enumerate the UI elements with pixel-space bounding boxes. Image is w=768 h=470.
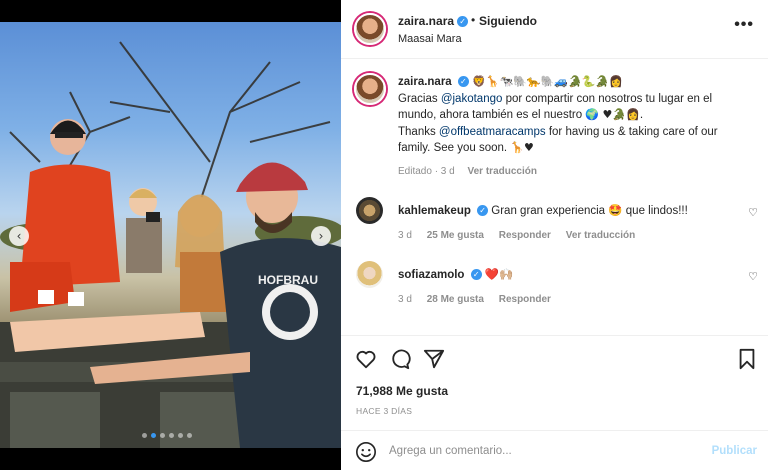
commenter-verified-badge-icon: ✓ bbox=[477, 205, 489, 217]
caption-emojis: 🦁🦒🐄🐘🐆🐘🚙🐊🐍🐊👩 bbox=[472, 75, 623, 88]
carousel-dots bbox=[142, 433, 192, 438]
comment-reply-button[interactable]: Responder bbox=[499, 230, 551, 241]
save-bookmark-icon[interactable] bbox=[736, 348, 758, 370]
share-paper-plane-icon[interactable] bbox=[423, 348, 445, 370]
following-button[interactable]: Siguiendo bbox=[479, 14, 537, 28]
post-media: HOFBRAU ‹ › bbox=[0, 0, 341, 470]
carousel-dot[interactable] bbox=[178, 433, 183, 438]
publish-button[interactable]: Publicar bbox=[712, 445, 757, 457]
carousel-dot[interactable] bbox=[160, 433, 165, 438]
comment-like-heart-icon[interactable]: ♡ bbox=[748, 270, 758, 283]
header-separator: • bbox=[471, 13, 476, 27]
author-username[interactable]: zaira.nara ✓ bbox=[398, 14, 469, 28]
comment-age: 3 d bbox=[398, 294, 412, 305]
post-photo[interactable]: HOFBRAU bbox=[0, 22, 341, 448]
commenter-username[interactable]: kahlemakeup bbox=[398, 205, 471, 217]
caption-line1-emojis: 🌍 ♥🐊👩. bbox=[585, 108, 644, 121]
carousel-dot[interactable] bbox=[142, 433, 147, 438]
caption-see-translation-link[interactable]: Ver traducción bbox=[468, 166, 537, 177]
post-actions: 71,988 Me gusta HACE 3 DÍAS bbox=[341, 335, 768, 430]
chevron-left-icon: ‹ bbox=[16, 229, 22, 243]
caption-line2-emojis: 🦒♥ bbox=[510, 141, 534, 154]
post-header: zaira.nara ✓ • Siguiendo Maasai Mara ••• bbox=[341, 0, 768, 59]
comment-meta: 3 d 25 Me gusta Responder Ver traducción bbox=[398, 230, 647, 241]
caption-meta: Editado · 3 d Ver traducción bbox=[398, 166, 537, 177]
caption-username[interactable]: zaira.nara bbox=[398, 76, 452, 88]
post-caption: zaira.nara ✓ 🦁🦒🐄🐘🐆🐘🚙🐊🐍🐊👩 Gracias @jakota… bbox=[398, 74, 753, 157]
author-username-text[interactable]: zaira.nara bbox=[398, 14, 454, 28]
shirt-print: HOFBRAU bbox=[258, 273, 318, 287]
caption-line1-pre: Gracias bbox=[398, 92, 441, 105]
comment-likes[interactable]: 28 Me gusta bbox=[427, 294, 484, 305]
comment-meta: 3 d 28 Me gusta Responder bbox=[398, 294, 563, 305]
comment-body: sofiazamolo ✓ ❤️🙌🏼 bbox=[398, 267, 728, 281]
comment-text: Gran gran experiencia 🤩 que lindos!!! bbox=[491, 205, 688, 217]
carousel-dot[interactable] bbox=[151, 433, 156, 438]
comment-bubble-icon[interactable] bbox=[389, 348, 411, 370]
more-options-icon[interactable]: ••• bbox=[734, 16, 754, 34]
media-letterbox-top bbox=[0, 0, 341, 22]
post-location[interactable]: Maasai Mara bbox=[398, 33, 462, 45]
likes-count[interactable]: 71,988 Me gusta bbox=[356, 384, 448, 398]
mention-offbeatmaracamps[interactable]: @offbeatmaracamps bbox=[439, 126, 546, 138]
commenter-verified-badge-icon: ✓ bbox=[470, 269, 482, 281]
verified-badge-icon: ✓ bbox=[457, 16, 469, 28]
add-comment-bar: Publicar bbox=[341, 430, 768, 470]
comment-input[interactable] bbox=[389, 440, 689, 462]
photo-illustration: HOFBRAU bbox=[0, 41, 341, 448]
comment-body: kahlemakeup ✓ Gran gran experiencia 🤩 qu… bbox=[398, 203, 728, 217]
comments-section[interactable]: zaira.nara ✓ 🦁🦒🐄🐘🐆🐘🚙🐊🐍🐊👩 Gracias @jakota… bbox=[341, 60, 768, 334]
media-letterbox-bottom bbox=[0, 448, 341, 470]
author-avatar[interactable] bbox=[354, 13, 386, 45]
chevron-right-icon: › bbox=[318, 229, 324, 243]
caption-verified-badge-icon: ✓ bbox=[457, 76, 469, 88]
comment-reply-button[interactable]: Responder bbox=[499, 294, 551, 305]
comment-item: sofiazamolo ✓ ❤️🙌🏼 3 d 28 Me gusta Respo… bbox=[341, 261, 768, 321]
commenter-username[interactable]: sofiazamolo bbox=[398, 269, 464, 281]
carousel-dot[interactable] bbox=[187, 433, 192, 438]
caption-avatar[interactable] bbox=[354, 73, 386, 105]
comment-item: kahlemakeup ✓ Gran gran experiencia 🤩 qu… bbox=[341, 197, 768, 257]
comment-translate-link[interactable]: Ver traducción bbox=[566, 230, 635, 241]
mention-jakotango[interactable]: @jakotango bbox=[441, 93, 503, 105]
commenter-avatar[interactable] bbox=[356, 261, 383, 288]
caption-line2-pre: Thanks bbox=[398, 125, 439, 138]
comment-likes[interactable]: 25 Me gusta bbox=[427, 230, 484, 241]
comment-like-heart-icon[interactable]: ♡ bbox=[748, 206, 758, 219]
commenter-avatar[interactable] bbox=[356, 197, 383, 224]
carousel-prev-button[interactable]: ‹ bbox=[9, 226, 29, 246]
comment-text: ❤️🙌🏼 bbox=[484, 269, 514, 281]
caption-edited: Editado · 3 d bbox=[398, 166, 455, 177]
post-timestamp[interactable]: HACE 3 DÍAS bbox=[356, 406, 412, 416]
emoji-smiley-icon[interactable] bbox=[355, 441, 377, 463]
carousel-dot[interactable] bbox=[169, 433, 174, 438]
like-heart-icon[interactable] bbox=[355, 348, 377, 370]
carousel-next-button[interactable]: › bbox=[311, 226, 331, 246]
comment-age: 3 d bbox=[398, 230, 412, 241]
post-side-panel: zaira.nara ✓ • Siguiendo Maasai Mara ••• … bbox=[341, 0, 768, 470]
